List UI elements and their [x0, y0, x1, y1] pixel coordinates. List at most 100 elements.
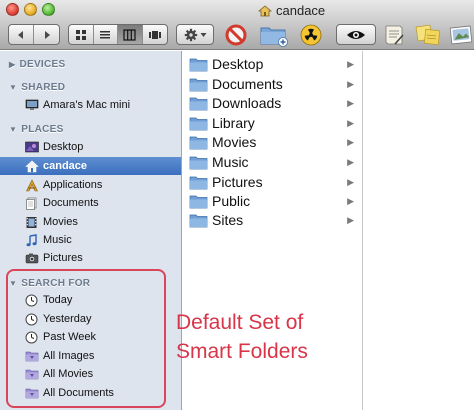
- folder-row-desktop[interactable]: Desktop ▶: [183, 54, 362, 74]
- folder-icon: [189, 58, 208, 71]
- folder-label: Documents: [212, 76, 283, 92]
- sidebar-item-mac-mini[interactable]: Amara's Mac mini: [0, 96, 181, 114]
- disclosure-arrow-icon: ▶: [347, 177, 354, 187]
- folder-icon: [189, 176, 208, 189]
- display-icon: [24, 98, 39, 113]
- documents-icon: [24, 196, 39, 211]
- annotation-text-line-2: Smart Folders: [176, 340, 308, 363]
- coverflow-view-icon: [148, 30, 161, 39]
- icon-view-icon: [75, 29, 86, 40]
- coverflow-view-button[interactable]: [143, 25, 167, 44]
- folder-label: Public: [212, 193, 251, 209]
- photo-icon: [449, 25, 472, 45]
- folder-icon: [189, 97, 208, 110]
- close-button[interactable]: [6, 3, 19, 16]
- folder-label: Desktop: [212, 56, 264, 72]
- sidebar-item-label: Desktop: [43, 141, 84, 153]
- disclosure-arrow-icon: ▶: [347, 215, 354, 225]
- action-menu-button[interactable]: [176, 24, 214, 45]
- new-folder-icon: [260, 27, 288, 47]
- disclosure-arrow-icon: ▶: [347, 157, 354, 167]
- window-title: candace: [258, 3, 325, 18]
- column-view-button[interactable]: [118, 25, 143, 44]
- sidebar-item-documents[interactable]: Documents: [0, 194, 181, 212]
- music-icon: [24, 233, 39, 248]
- folder-row-library[interactable]: Library ▶: [183, 113, 362, 133]
- folder-label: Movies: [212, 134, 257, 150]
- applications-icon: [24, 178, 39, 193]
- zoom-button[interactable]: [42, 3, 55, 16]
- sidebar-section-devices[interactable]: ▶ DEVICES: [9, 59, 65, 70]
- photo-button[interactable]: [447, 23, 474, 47]
- folder-label: Music: [212, 154, 249, 170]
- folder-row-downloads[interactable]: Downloads ▶: [183, 93, 362, 113]
- folder-label: Sites: [212, 212, 244, 228]
- sidebar-item-applications[interactable]: Applications: [0, 176, 181, 194]
- no-entry-icon: [225, 24, 247, 46]
- sidebar-item-candace[interactable]: candace: [0, 157, 181, 175]
- folder-icon: [189, 195, 208, 208]
- folder-icon: [189, 78, 208, 91]
- folder-icon: [189, 156, 208, 169]
- folder-row-sites[interactable]: Sites ▶: [183, 210, 362, 230]
- home-icon: [258, 4, 272, 16]
- minimize-button[interactable]: [24, 3, 37, 16]
- radiation-icon: [300, 24, 322, 46]
- disclosure-arrow-icon: ▶: [347, 98, 354, 108]
- forward-arrow-icon: [44, 30, 50, 39]
- disclosure-triangle-icon: ▼: [9, 83, 18, 92]
- disclosure-arrow-icon: ▶: [347, 59, 354, 69]
- script-button[interactable]: [382, 23, 406, 47]
- folder-row-movies[interactable]: Movies ▶: [183, 132, 362, 152]
- back-arrow-icon: [18, 30, 23, 39]
- sidebar-section-shared[interactable]: ▼ SHARED: [9, 82, 65, 93]
- no-entry-button[interactable]: [224, 23, 248, 47]
- sidebar-item-label: Movies: [43, 216, 78, 228]
- sidebar-item-pictures[interactable]: Pictures: [0, 249, 181, 267]
- disclosure-arrow-icon: ▶: [347, 118, 354, 128]
- disclosure-triangle-icon: ▶: [9, 60, 16, 69]
- sidebar-item-label: Music: [43, 234, 72, 246]
- sidebar-item-label: Applications: [43, 179, 103, 191]
- sidebar-item-label: candace: [43, 160, 88, 172]
- folder-label: Downloads: [212, 95, 282, 111]
- icon-view-button[interactable]: [69, 25, 94, 44]
- sidebar-item-label: Pictures: [43, 252, 83, 264]
- disclosure-arrow-icon: ▶: [347, 79, 354, 89]
- folder-label: Pictures: [212, 174, 263, 190]
- sidebar-item-label: Amara's Mac mini: [43, 99, 131, 111]
- folder-icon: [189, 214, 208, 227]
- column-view-pane-empty: [364, 51, 474, 410]
- list-view-button[interactable]: [94, 25, 118, 44]
- disclosure-arrow-icon: ▶: [347, 196, 354, 206]
- chevron-down-icon: [200, 32, 206, 37]
- folder-row-music[interactable]: Music ▶: [183, 152, 362, 172]
- forward-button[interactable]: [34, 25, 59, 44]
- sidebar-item-label: Documents: [43, 197, 99, 209]
- radiation-button[interactable]: [299, 23, 323, 47]
- back-button[interactable]: [9, 25, 35, 44]
- folder-icon: [189, 117, 208, 130]
- sidebar-item-desktop[interactable]: Desktop: [0, 138, 181, 156]
- quick-look-button[interactable]: [336, 24, 376, 45]
- folder-icon: [189, 136, 208, 149]
- folder-row-documents[interactable]: Documents ▶: [183, 74, 362, 94]
- sidebar-section-label: DEVICES: [19, 59, 66, 70]
- pictures-icon: [24, 251, 39, 266]
- sidebar-item-movies[interactable]: Movies: [0, 213, 181, 231]
- home-icon: [24, 159, 39, 174]
- folder-row-public[interactable]: Public ▶: [183, 191, 362, 211]
- folder-label: Library: [212, 115, 255, 131]
- nav-buttons: [8, 24, 60, 45]
- new-folder-button[interactable]: [258, 23, 290, 47]
- desktop-icon: [24, 140, 39, 155]
- sidebar-item-music[interactable]: Music: [0, 231, 181, 249]
- list-view-icon: [100, 30, 111, 38]
- sticky-notes-button[interactable]: [414, 23, 442, 47]
- folder-row-pictures[interactable]: Pictures ▶: [183, 172, 362, 192]
- toolbar: [0, 20, 474, 50]
- annotation-text-line-1: Default Set of: [176, 311, 304, 334]
- script-icon: [385, 25, 404, 45]
- sidebar-section-places[interactable]: ▼ PLACES: [9, 124, 64, 135]
- annotation-highlight-box: [6, 269, 166, 408]
